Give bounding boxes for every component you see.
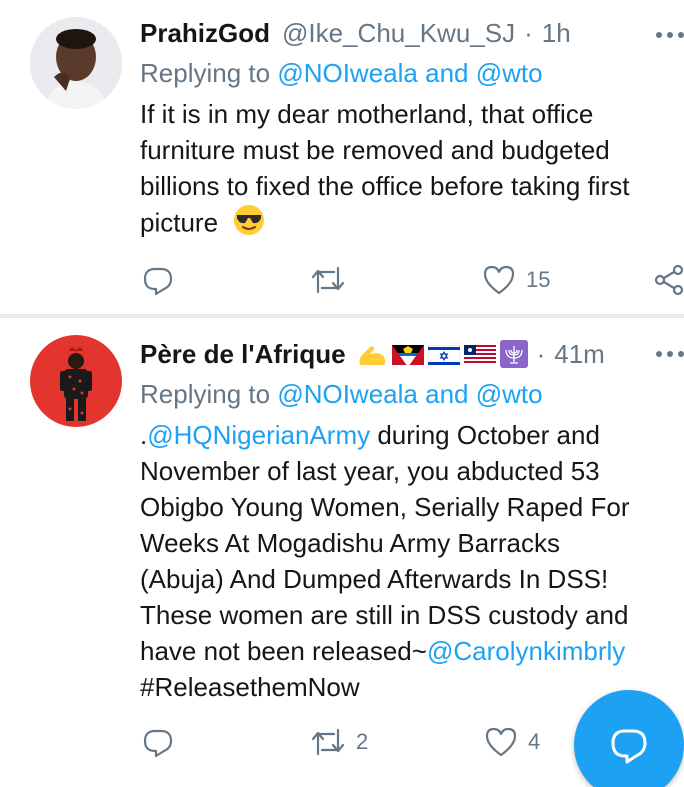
retweet-button[interactable] (310, 260, 356, 300)
reply-button[interactable] (142, 722, 184, 762)
reply-button[interactable] (142, 260, 184, 300)
reply-mention-wto[interactable]: @wto (476, 58, 543, 88)
like-button[interactable]: 4 (484, 722, 540, 762)
avatar-image (30, 17, 122, 109)
menorah-icon (499, 340, 528, 368)
display-name[interactable]: PrahizGod (140, 18, 270, 49)
like-count: 15 (526, 267, 551, 292)
user-handle[interactable]: @Ike_Chu_Kwu_SJ (282, 18, 515, 49)
tweet-line: These women are still in DSS custody and (140, 600, 629, 630)
tweet-line-text: during October and (370, 420, 600, 450)
smiling-face-with-sunglasses-icon (233, 204, 265, 245)
israel-flag-icon (427, 343, 460, 365)
mention-hqnigerianarmy[interactable]: @HQNigerianArmy (147, 420, 370, 450)
tweet-line: furniture must be removed and budgeted (140, 135, 610, 165)
tweet-line: November of last year, you abducted 53 (140, 456, 600, 486)
tweet-line: billions to fixed the office before taki… (140, 171, 630, 201)
separator-dot: · (524, 17, 533, 48)
tweet-text: .@HQNigerianArmy during October and Nove… (140, 417, 684, 705)
heart-icon (485, 727, 517, 757)
tweet-text: If it is in my dear motherland, that off… (140, 96, 684, 245)
replying-to: Replying to @NOIweala and @wto (140, 58, 543, 89)
tweet-line-text: picture (140, 207, 219, 238)
reply-and[interactable]: and (425, 58, 468, 88)
tweet-line-text: have not been released~ (140, 636, 427, 666)
tweet-line: If it is in my dear motherland, that off… (140, 99, 594, 129)
mention-carolynkimbrly[interactable]: @Carolynkimbrly (427, 636, 625, 666)
tweet-line: Weeks At Mogadishu Army Barracks (140, 528, 561, 558)
tweet-line: Obigbo Young Women, Serially Raped For (140, 492, 630, 522)
avatar-image (30, 335, 122, 427)
more-options-icon[interactable] (654, 25, 684, 45)
replying-label: Replying to (140, 58, 271, 88)
retweet-icon (311, 728, 345, 756)
replying-label: Replying to (140, 379, 271, 409)
tweet-line-last: picture (140, 204, 684, 245)
timestamp[interactable]: 41m (554, 339, 605, 370)
liberia-flag-icon (463, 343, 496, 365)
retweet-icon (311, 266, 345, 294)
display-name[interactable]: Père de l'Afrique (140, 339, 346, 370)
reply-mention-noiweala[interactable]: @NOIweala (277, 379, 418, 409)
retweet-button[interactable]: 2 (310, 722, 368, 762)
compose-reply-icon (611, 729, 647, 764)
timestamp[interactable]: 1h (542, 18, 571, 49)
reply-mention-wto[interactable]: @wto (476, 379, 543, 409)
separator-dot: · (536, 338, 546, 369)
antigua-flag-icon (391, 343, 424, 365)
tweet[interactable]: PrahizGod @Ike_Chu_Kwu_SJ · 1h Replying … (0, 0, 684, 316)
tweet-line: (Abuja) And Dumped Afterwards In DSS! (140, 564, 609, 594)
name-emoji-group (356, 340, 528, 368)
tweet-actions: 15 (0, 260, 684, 300)
tweet-header: PrahizGod @Ike_Chu_Kwu_SJ · 1h (140, 16, 684, 50)
reply-icon (143, 267, 173, 296)
retweet-count: 2 (356, 729, 369, 754)
share-icon (654, 264, 684, 296)
reply-icon (143, 729, 173, 758)
reply-mention-noiweala[interactable]: @NOIweala (277, 58, 418, 88)
replying-to: Replying to @NOIweala and @wto (140, 379, 543, 410)
heart-icon (483, 265, 515, 295)
avatar[interactable] (30, 335, 122, 427)
avatar[interactable] (30, 17, 122, 109)
reply-and[interactable]: and (425, 379, 468, 409)
hashtag[interactable]: #ReleasethemNow (140, 672, 360, 702)
flexed-biceps-icon (356, 343, 388, 365)
tweet-line: .@HQNigerianArmy during October and (140, 417, 684, 453)
more-options-icon[interactable] (654, 344, 684, 364)
tweet-line: have not been released~@Carolynkimbrly (140, 633, 684, 669)
tweet-header: Père de l'Afrique · 41m (140, 337, 684, 371)
like-count: 4 (528, 729, 541, 754)
like-button[interactable]: 15 (482, 260, 550, 300)
share-button[interactable] (654, 260, 684, 300)
